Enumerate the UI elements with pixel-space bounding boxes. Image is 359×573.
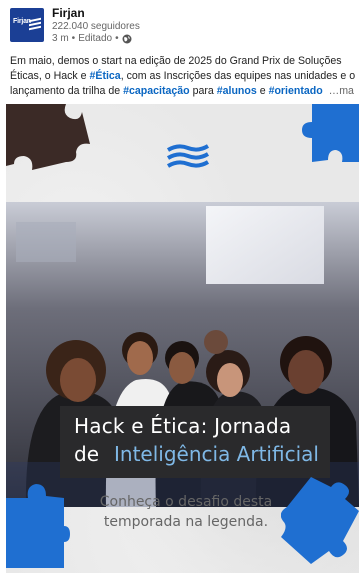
edited-label: Editado	[78, 33, 113, 44]
meta-separator: •	[115, 33, 119, 44]
follower-count: 222.040 seguidores	[52, 21, 140, 32]
card-title-line2-prefix: de	[74, 442, 99, 466]
globe-icon	[122, 34, 132, 43]
card-title-box: Hack e Ética: Jornada de Inteligência Ar…	[60, 406, 330, 478]
waves-logo-icon	[166, 144, 210, 168]
post-meta: 3 m • Editado •	[52, 33, 132, 44]
logo-stripes-icon	[29, 17, 41, 31]
card-title-line2-highlight: Inteligência Artificial	[114, 442, 319, 466]
post-text-segment: para	[189, 85, 217, 97]
post-header: Firjan Firjan 222.040 seguidores 3 m • E…	[0, 0, 359, 52]
company-logo[interactable]: Firjan	[10, 8, 44, 42]
hashtag-capacitacao[interactable]: #capacitação	[123, 85, 190, 97]
meta-separator: •	[71, 33, 76, 44]
puzzle-piece-blue-icon	[302, 104, 359, 162]
puzzle-piece-blue-icon	[6, 484, 70, 568]
puzzle-piece-dark-icon	[6, 104, 90, 170]
post-text-segment: e	[256, 85, 269, 97]
post-body: Em maio, demos o start na edição de 2025…	[10, 54, 356, 99]
hashtag-alunos[interactable]: #alunos	[217, 85, 257, 97]
hashtag-etica[interactable]: #Ética	[89, 70, 120, 82]
post-time: 3 m	[52, 33, 69, 44]
author-name[interactable]: Firjan	[52, 6, 85, 20]
see-more-link[interactable]: …ma	[329, 85, 354, 97]
hashtag-orientado[interactable]: #orientado	[269, 85, 323, 97]
card-subtitle: Conheça o desafio desta temporada na leg…	[99, 494, 273, 530]
post-image[interactable]: Hack e Ética: Jornada de Inteligência Ar…	[6, 104, 359, 573]
card-title-line1: Hack e Ética: Jornada	[74, 414, 292, 438]
